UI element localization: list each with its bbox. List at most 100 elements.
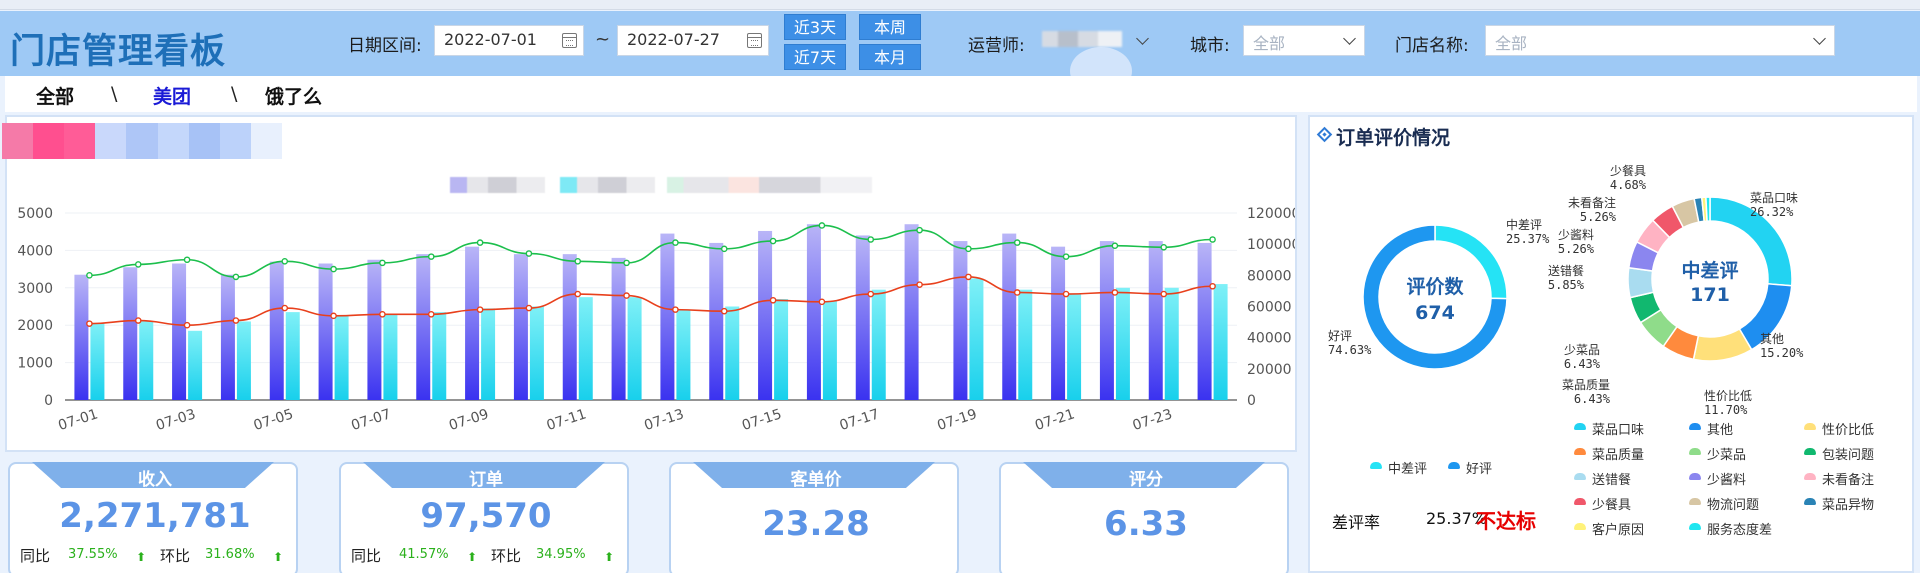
quick-last-3-days-button[interactable]: 近3天 — [784, 14, 846, 40]
legend-swatch — [1689, 448, 1701, 455]
donut-label-name: 未看备注 — [1568, 195, 1616, 210]
store-select-value: 全部 — [1495, 34, 1528, 53]
bar — [74, 274, 89, 400]
legend-swatch — [1574, 423, 1586, 430]
line-point — [1062, 290, 1070, 298]
line-point — [281, 258, 289, 265]
kpi-title: 客单价 — [790, 470, 842, 490]
donut-label-name: 送错餐 — [1548, 263, 1584, 278]
legend-item-label[interactable]: 少菜品 — [1707, 444, 1746, 463]
date-start-input[interactable]: 2022-07-01 — [434, 25, 584, 56]
bar — [269, 261, 284, 400]
line-point — [232, 317, 240, 324]
mom-label: 环比 — [160, 547, 191, 565]
quick-last-7-days-button[interactable]: 近7天 — [784, 44, 846, 70]
line-point — [769, 296, 777, 304]
legend-swatch — [1370, 462, 1382, 469]
x-tick-label: 07-07 — [349, 406, 393, 434]
store-select[interactable]: 全部 — [1485, 25, 1835, 56]
line-point — [134, 317, 142, 324]
legend-swatch — [1689, 423, 1701, 430]
legend1-label[interactable]: 好评 — [1466, 458, 1492, 477]
bar — [432, 312, 447, 400]
donut-slice — [1692, 327, 1753, 362]
bar — [904, 224, 919, 400]
legend-item-label[interactable]: 性价比低 — [1822, 419, 1874, 438]
bar — [139, 321, 154, 400]
arrow-up-icon: ⬆ — [604, 550, 615, 564]
donut-label-percent: 6.43% — [1564, 357, 1601, 371]
tab-all[interactable]: 全部 — [36, 82, 74, 109]
legend-item-label[interactable]: 物流问题 — [1707, 494, 1759, 513]
bar — [465, 246, 480, 400]
date-start-value: 2022-07-01 — [444, 30, 537, 49]
x-tick-label: 07-19 — [935, 406, 979, 434]
calendar-icon[interactable] — [747, 33, 762, 48]
legend-item-label[interactable]: 送错餐 — [1592, 469, 1631, 488]
bar — [1164, 287, 1179, 400]
line-point — [916, 281, 923, 288]
chevron-down-icon — [1343, 32, 1356, 45]
legend-item-label[interactable]: 少酱料 — [1707, 469, 1746, 488]
legend1-label[interactable]: 中差评 — [1388, 458, 1427, 477]
x-tick-label: 07-03 — [154, 406, 198, 434]
x-tick-label: 07-13 — [642, 406, 686, 434]
date-end-input[interactable]: 2022-07-27 — [617, 25, 769, 56]
donut-center-label: 评价数 — [1406, 275, 1464, 298]
bar — [285, 312, 300, 400]
legend-item-label[interactable]: 其他 — [1707, 419, 1733, 438]
x-tick-label: 07-09 — [447, 406, 491, 434]
legend-swatch — [1804, 448, 1816, 455]
line-point — [574, 290, 582, 298]
kpi-value: 2,271,781 — [59, 496, 251, 536]
tab-separator: \ — [111, 83, 118, 105]
line-point — [867, 236, 875, 243]
y-right-tick-label: 40000 — [1247, 331, 1292, 347]
legend-item-label[interactable]: 未看备注 — [1822, 469, 1874, 488]
city-select-value: 全部 — [1253, 34, 1286, 53]
line-point — [818, 222, 826, 229]
quick-this-month-button[interactable]: 本月 — [859, 44, 921, 70]
bar — [774, 299, 789, 400]
legend-swatch — [1574, 498, 1586, 505]
donut-label-percent: 74.63% — [1328, 343, 1372, 357]
legend-item-label[interactable]: 包装问题 — [1822, 444, 1874, 463]
calendar-icon[interactable] — [562, 33, 577, 48]
bar — [562, 254, 577, 400]
legend-item-label[interactable]: 服务态度差 — [1707, 519, 1772, 538]
legend-swatch — [1804, 498, 1816, 505]
line-point — [1013, 239, 1021, 246]
tab-meituan[interactable]: 美团 — [153, 82, 191, 109]
app-title: 门店管理看板 — [10, 32, 227, 72]
kpi-title: 评分 — [1129, 470, 1163, 490]
bar — [188, 330, 203, 400]
line-point — [1209, 236, 1216, 243]
donut-center-value: 171 — [1690, 284, 1730, 306]
chevron-down-icon — [1813, 32, 1826, 45]
bar — [953, 241, 968, 400]
bar — [481, 308, 496, 400]
quick-this-week-button[interactable]: 本周 — [859, 14, 921, 40]
legend-item-label[interactable]: 菜品口味 — [1592, 419, 1644, 438]
donut-label-percent: 25.37% — [1506, 232, 1550, 246]
review-panel: 订单评价情况 中差评 25.37% 好评 74.63% 评价数 674 菜品口味 26.32%… — [1308, 115, 1914, 573]
bar — [709, 242, 724, 400]
bar — [220, 274, 235, 400]
line-point — [525, 304, 533, 312]
arrow-up-icon: ⬆ — [467, 550, 478, 564]
bad-rate-label: 差评率 — [1332, 513, 1381, 532]
arrow-up-icon: ⬆ — [273, 550, 284, 564]
x-tick-label: 07-11 — [545, 406, 589, 434]
bar — [1051, 246, 1066, 400]
legend-item-label[interactable]: 菜品质量 — [1592, 444, 1644, 463]
legend-item-label[interactable]: 菜品异物 — [1822, 494, 1874, 513]
legend-item-label[interactable]: 少餐具 — [1592, 494, 1631, 513]
city-select[interactable]: 全部 — [1243, 25, 1365, 56]
tab-eleme[interactable]: 饿了么 — [265, 82, 322, 109]
kpi-title: 订单 — [469, 470, 503, 490]
line-point — [1111, 242, 1119, 250]
legend-item-label[interactable]: 客户原因 — [1592, 519, 1644, 538]
bar — [1115, 287, 1130, 400]
y-right-tick-label: 80000 — [1247, 268, 1292, 284]
y-right-tick-label: 20000 — [1247, 362, 1292, 378]
